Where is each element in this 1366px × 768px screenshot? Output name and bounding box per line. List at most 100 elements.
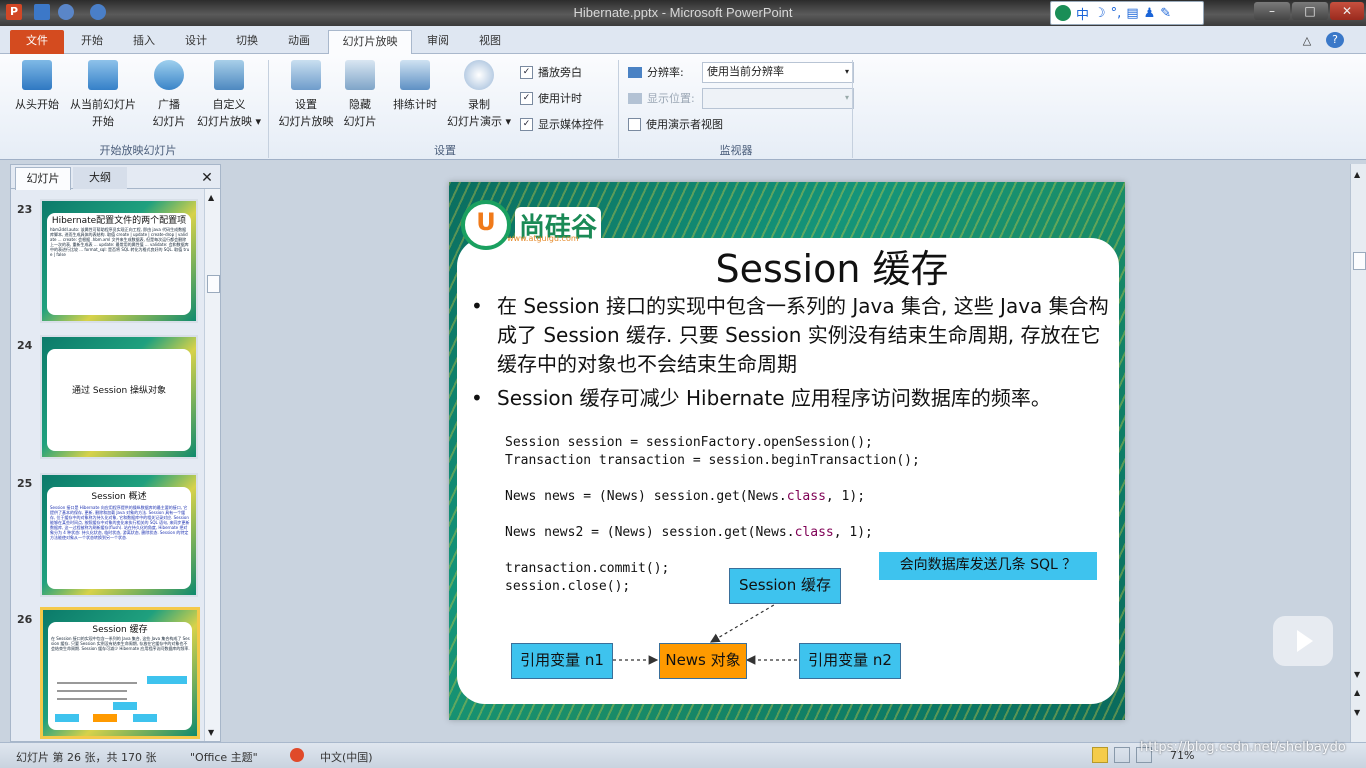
slideshow-start-icon — [22, 60, 52, 90]
setup-icon — [291, 60, 321, 90]
thumbnail-title: Session 缓存 — [92, 625, 148, 635]
next-slide-icon[interactable]: ▼ — [1354, 708, 1360, 717]
reference-n2-box[interactable]: 引用变量 n2 — [799, 643, 901, 679]
scroll-up-icon[interactable]: ▲ — [1354, 170, 1360, 179]
show-on-dropdown[interactable]: ▾ — [702, 88, 854, 109]
group-label-setup: 设置 — [434, 144, 456, 157]
diagram-arrows — [613, 601, 797, 665]
close-pane-icon[interactable]: ✕ — [199, 167, 215, 189]
use-timings-checkbox[interactable]: ✓ 使用计时 — [520, 90, 582, 106]
hide-slide-icon — [345, 60, 375, 90]
scroll-thumb[interactable] — [1353, 252, 1366, 270]
group-divider — [268, 60, 269, 158]
normal-view-icon[interactable] — [1092, 747, 1108, 763]
scroll-up-icon[interactable]: ▲ — [208, 193, 214, 202]
slides-pane: 幻灯片 大纲 ✕ 23 Hibernate配置文件的两个配置项 hbm2ddl.… — [10, 164, 221, 742]
ime-toolbar[interactable]: 中 ☽ °, ▤ ♟ ✎ — [1050, 1, 1204, 25]
ribbon-tabs: 文件 开始 插入 设计 切换 动画 幻灯片放映 审阅 视图 △ ? — [0, 26, 1366, 55]
hide-slide-button[interactable]: 隐藏 幻灯片 — [340, 60, 380, 130]
tab-design[interactable]: 设计 — [176, 30, 216, 54]
group-label-start: 开始放映幻灯片 — [99, 144, 177, 157]
thumbnail-body: hbm2ddl.auto: 该属性可帮助程序员实现正向工程, 即由 java 代… — [50, 227, 190, 257]
help-icon[interactable]: ? — [1326, 32, 1344, 48]
rehearse-icon — [400, 60, 430, 90]
close-button[interactable]: ✕ — [1330, 2, 1364, 20]
ribbon-minimize-icon[interactable]: △ — [1298, 30, 1316, 54]
ime-mode-label[interactable]: 中 — [1076, 4, 1089, 23]
theme-name: "Office 主题" — [190, 751, 258, 764]
rehearse-timings-button[interactable]: 排练计时 — [388, 60, 442, 113]
pane-scrollbar[interactable]: ▲ ▼ — [204, 189, 220, 741]
vertical-scrollbar[interactable]: ▲ ▼ ▲ ▼ — [1350, 164, 1366, 742]
slide-sorter-icon[interactable] — [1114, 747, 1130, 763]
wrench-icon[interactable]: ✎ — [1160, 6, 1171, 21]
slide-canvas[interactable]: U 尚硅谷 www.atguigu.com Session 缓存 在 Sessi… — [449, 182, 1125, 720]
ribbon: 从头开始 从当前幻灯片 开始 广播 幻灯片 自定义 幻灯片放映 ▾ 开始放映幻灯… — [0, 54, 1366, 160]
scroll-thumb[interactable] — [207, 275, 220, 293]
slide-thumbnail-selected[interactable]: Session 缓存 在 Session 接口的实现中包含一系列的 Java 集… — [40, 607, 200, 739]
punctuation-icon[interactable]: °, — [1111, 6, 1122, 21]
group-divider — [852, 60, 853, 158]
language-indicator[interactable]: 中文(中国) — [320, 749, 373, 765]
play-narrations-checkbox[interactable]: ✓ 播放旁白 — [520, 64, 582, 80]
tab-file[interactable]: 文件 — [10, 30, 64, 54]
from-current-button[interactable]: 从当前幻灯片 开始 — [66, 60, 140, 130]
slide-number: 24 — [17, 339, 33, 352]
group-label-monitors: 监视器 — [719, 144, 753, 157]
resolution-label: 分辨率: — [628, 64, 684, 80]
display-icon — [628, 92, 642, 104]
setup-slideshow-button[interactable]: 设置 幻灯片放映 — [274, 60, 338, 130]
watermark: https://blog.csdn.net/shelbaydo — [1140, 740, 1346, 755]
ime-logo-icon — [1055, 5, 1071, 21]
slide-number: 23 — [17, 203, 33, 216]
tab-slides[interactable]: 幻灯片 — [15, 167, 71, 190]
broadcast-button[interactable]: 广播 幻灯片 — [146, 60, 192, 130]
show-on-label: 显示位置: — [628, 90, 695, 106]
presenter-view-checkbox[interactable]: 使用演示者视图 — [628, 116, 723, 132]
scroll-down-icon[interactable]: ▼ — [1354, 670, 1360, 679]
user-icon[interactable]: ♟ — [1144, 6, 1156, 21]
minimize-button[interactable]: – — [1254, 2, 1290, 20]
slideshow-current-icon — [88, 60, 118, 90]
scroll-down-icon[interactable]: ▼ — [208, 728, 214, 737]
thumbnail-body: Session 接口是 Hibernate 向应用程序提供的操纵数据库的最主要的… — [50, 505, 190, 540]
thumbnail-title: Hibernate配置文件的两个配置项 — [51, 216, 187, 226]
news-object-box[interactable]: News 对象 — [659, 643, 747, 679]
show-media-controls-checkbox[interactable]: ✓ 显示媒体控件 — [520, 116, 604, 132]
maximize-button[interactable]: □ — [1292, 2, 1328, 20]
tab-outline[interactable]: 大纲 — [73, 167, 127, 189]
record-slideshow-button[interactable]: 录制 幻灯片演示 ▾ — [444, 60, 514, 130]
reference-n1-box[interactable]: 引用变量 n1 — [511, 643, 613, 679]
moon-icon[interactable]: ☽ — [1094, 6, 1106, 21]
slide-counter: 幻灯片 第 26 张，共 170 张 — [16, 751, 157, 764]
pane-tabs: 幻灯片 大纲 ✕ — [11, 165, 220, 190]
title-bar: P Hibernate.pptx - Microsoft PowerPoint … — [0, 0, 1366, 26]
tab-slideshow[interactable]: 幻灯片放映 — [328, 30, 412, 55]
previous-slide-icon[interactable]: ▲ — [1354, 688, 1360, 697]
tab-animations[interactable]: 动画 — [279, 30, 319, 54]
video-play-icon[interactable] — [1273, 616, 1333, 666]
slide-thumbnail[interactable]: Hibernate配置文件的两个配置项 hbm2ddl.auto: 该属性可帮助… — [40, 199, 198, 323]
slide-number: 26 — [17, 613, 33, 626]
custom-slideshow-button[interactable]: 自定义 幻灯片放映 ▾ — [194, 60, 264, 130]
slide-thumbnail[interactable]: 通过 Session 操纵对象 — [40, 335, 198, 459]
keyboard-icon[interactable]: ▤ — [1126, 6, 1138, 21]
from-beginning-button[interactable]: 从头开始 — [10, 60, 64, 113]
monitor-icon — [628, 66, 642, 78]
tab-insert[interactable]: 插入 — [124, 30, 164, 54]
group-divider — [618, 60, 619, 158]
tab-review[interactable]: 审阅 — [418, 30, 458, 54]
thumbnail-body: 在 Session 接口的实现中包含一系列的 Java 集合, 这些 Java … — [51, 636, 190, 651]
chevron-down-icon: ▾ — [844, 67, 849, 76]
session-cache-box[interactable]: Session 缓存 — [729, 568, 841, 604]
tab-home[interactable]: 开始 — [72, 30, 112, 54]
spelling-check-icon[interactable] — [290, 748, 304, 762]
tab-transitions[interactable]: 切换 — [227, 30, 267, 54]
custom-slideshow-icon — [214, 60, 244, 90]
slide-number: 25 — [17, 477, 33, 490]
slide-thumbnail[interactable]: Session 概述 Session 接口是 Hibernate 向应用程序提供… — [40, 473, 198, 597]
record-clock-icon — [464, 60, 494, 90]
chevron-down-icon: ▾ — [844, 93, 849, 102]
tab-view[interactable]: 视图 — [470, 30, 510, 54]
resolution-dropdown[interactable]: 使用当前分辨率 ▾ — [702, 62, 854, 83]
